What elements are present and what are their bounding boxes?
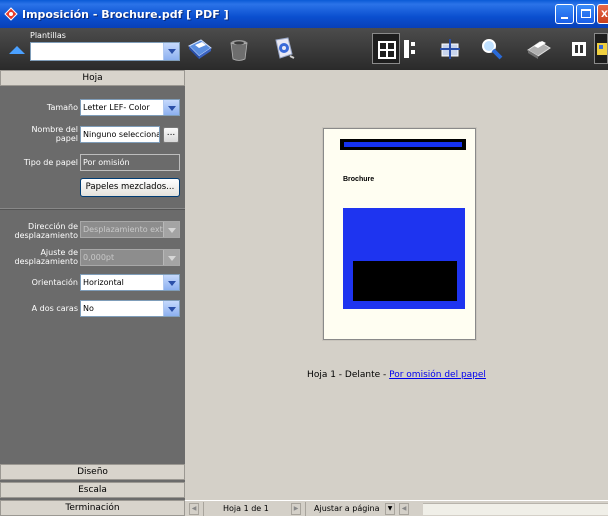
orientation-select[interactable]: Horizontal — [80, 274, 180, 291]
chevron-down-icon[interactable] — [163, 100, 179, 115]
paper-type-value: Por omisión — [83, 158, 130, 167]
shift-direction-select: Desplazamiento exterior — [80, 221, 180, 238]
printer-icon[interactable] — [524, 36, 552, 62]
window-title: Imposición - Brochure.pdf [ PDF ] — [22, 7, 229, 21]
paper-name-browse-button[interactable]: ... — [163, 127, 179, 143]
save-icon[interactable] — [185, 36, 213, 62]
size-value: Letter LEF- Color — [83, 103, 150, 112]
separator — [305, 502, 306, 516]
settings-panel: Hoja Tamaño Letter LEF- Color Nombre del… — [0, 70, 185, 516]
section-hoja[interactable]: Hoja — [0, 70, 185, 86]
black-block — [353, 261, 457, 301]
mixed-papers-button[interactable]: Papeles mezclados... — [80, 178, 180, 197]
size-select[interactable]: Letter LEF- Color — [80, 99, 180, 116]
duplex-select[interactable]: No — [80, 300, 180, 317]
status-bar: ◀ Hoja 1 de 1 ▶ Ajustar a página ▼ ◀ — [185, 500, 608, 516]
panel-icon[interactable] — [570, 38, 588, 64]
header-bar — [340, 139, 466, 150]
templates-label: Plantillas — [30, 31, 66, 40]
chevron-down-icon[interactable] — [163, 43, 179, 60]
zoom-dropdown-icon[interactable]: ▼ — [385, 503, 395, 515]
paper-type-field: Por omisión — [80, 154, 180, 171]
maximize-button[interactable] — [576, 4, 595, 24]
toolbar: Plantillas — [0, 28, 608, 70]
trash-icon[interactable] — [225, 36, 253, 62]
document-gear-icon[interactable] — [270, 36, 298, 62]
sheet-preview[interactable]: Brochure — [323, 128, 476, 340]
divider — [0, 208, 185, 210]
section-diseno[interactable]: Diseño — [0, 464, 185, 480]
section-terminacion[interactable]: Terminación — [0, 500, 185, 516]
duplex-label: A dos caras — [31, 304, 78, 313]
move-icon[interactable] — [436, 36, 464, 62]
paper-type-label: Tipo de papel — [23, 158, 78, 167]
chevron-down-icon — [163, 250, 179, 265]
shift-direction-label: Dirección de desplazamiento — [14, 222, 78, 240]
sheet-caption: Hoja 1 - Delante - Por omisión del papel — [185, 370, 608, 380]
shift-adjust-value: 0,000pt — [83, 253, 115, 262]
scroll-left-arrow-icon[interactable]: ◀ — [399, 503, 409, 515]
paper-name-label: Nombre del papel — [31, 125, 78, 143]
size-label: Tamaño — [46, 103, 78, 112]
preview-area: Brochure Hoja 1 - Delante - Por omisión … — [185, 70, 608, 500]
app-icon — [4, 7, 18, 21]
shift-adjust-label: Ajuste de desplazamiento — [14, 248, 78, 266]
header-bar-fill — [344, 142, 462, 147]
layout-columns-icon[interactable] — [402, 38, 418, 64]
horizontal-scrollbar[interactable] — [423, 503, 608, 515]
prev-sheet-arrow-icon[interactable]: ◀ — [189, 503, 199, 515]
paper-name-field: Ninguno seleccionado — [80, 126, 160, 143]
zoom-icon[interactable] — [478, 36, 506, 62]
orientation-label: Orientación — [31, 278, 78, 287]
shift-adjust-field: 0,000pt — [80, 249, 180, 266]
title-bar: Imposición - Brochure.pdf [ PDF ] X — [0, 0, 608, 28]
page-text: Brochure — [343, 176, 375, 183]
orientation-value: Horizontal — [83, 278, 124, 287]
minimize-button[interactable] — [555, 4, 574, 24]
duplex-value: No — [83, 304, 94, 313]
chevron-down-icon — [163, 222, 179, 237]
sheet-indicator: Hoja 1 de 1 — [223, 504, 269, 513]
close-button[interactable]: X — [597, 4, 608, 24]
layout-grid-button[interactable] — [372, 33, 400, 64]
collapse-arrow-icon[interactable] — [9, 46, 25, 54]
next-sheet-arrow-icon[interactable]: ▶ — [291, 503, 301, 515]
chevron-down-icon[interactable] — [163, 301, 179, 316]
templates-select[interactable] — [30, 42, 180, 61]
zoom-indicator: Ajustar a página — [314, 504, 380, 513]
paper-default-link[interactable]: Por omisión del papel — [389, 370, 486, 380]
blue-block — [343, 208, 465, 309]
color-panel-icon[interactable] — [594, 33, 608, 64]
chevron-down-icon[interactable] — [163, 275, 179, 290]
separator — [203, 502, 204, 516]
paper-name-value: Ninguno seleccionado — [83, 130, 159, 139]
caption-prefix: Hoja 1 - Delante - — [307, 370, 390, 380]
section-escala[interactable]: Escala — [0, 482, 185, 498]
